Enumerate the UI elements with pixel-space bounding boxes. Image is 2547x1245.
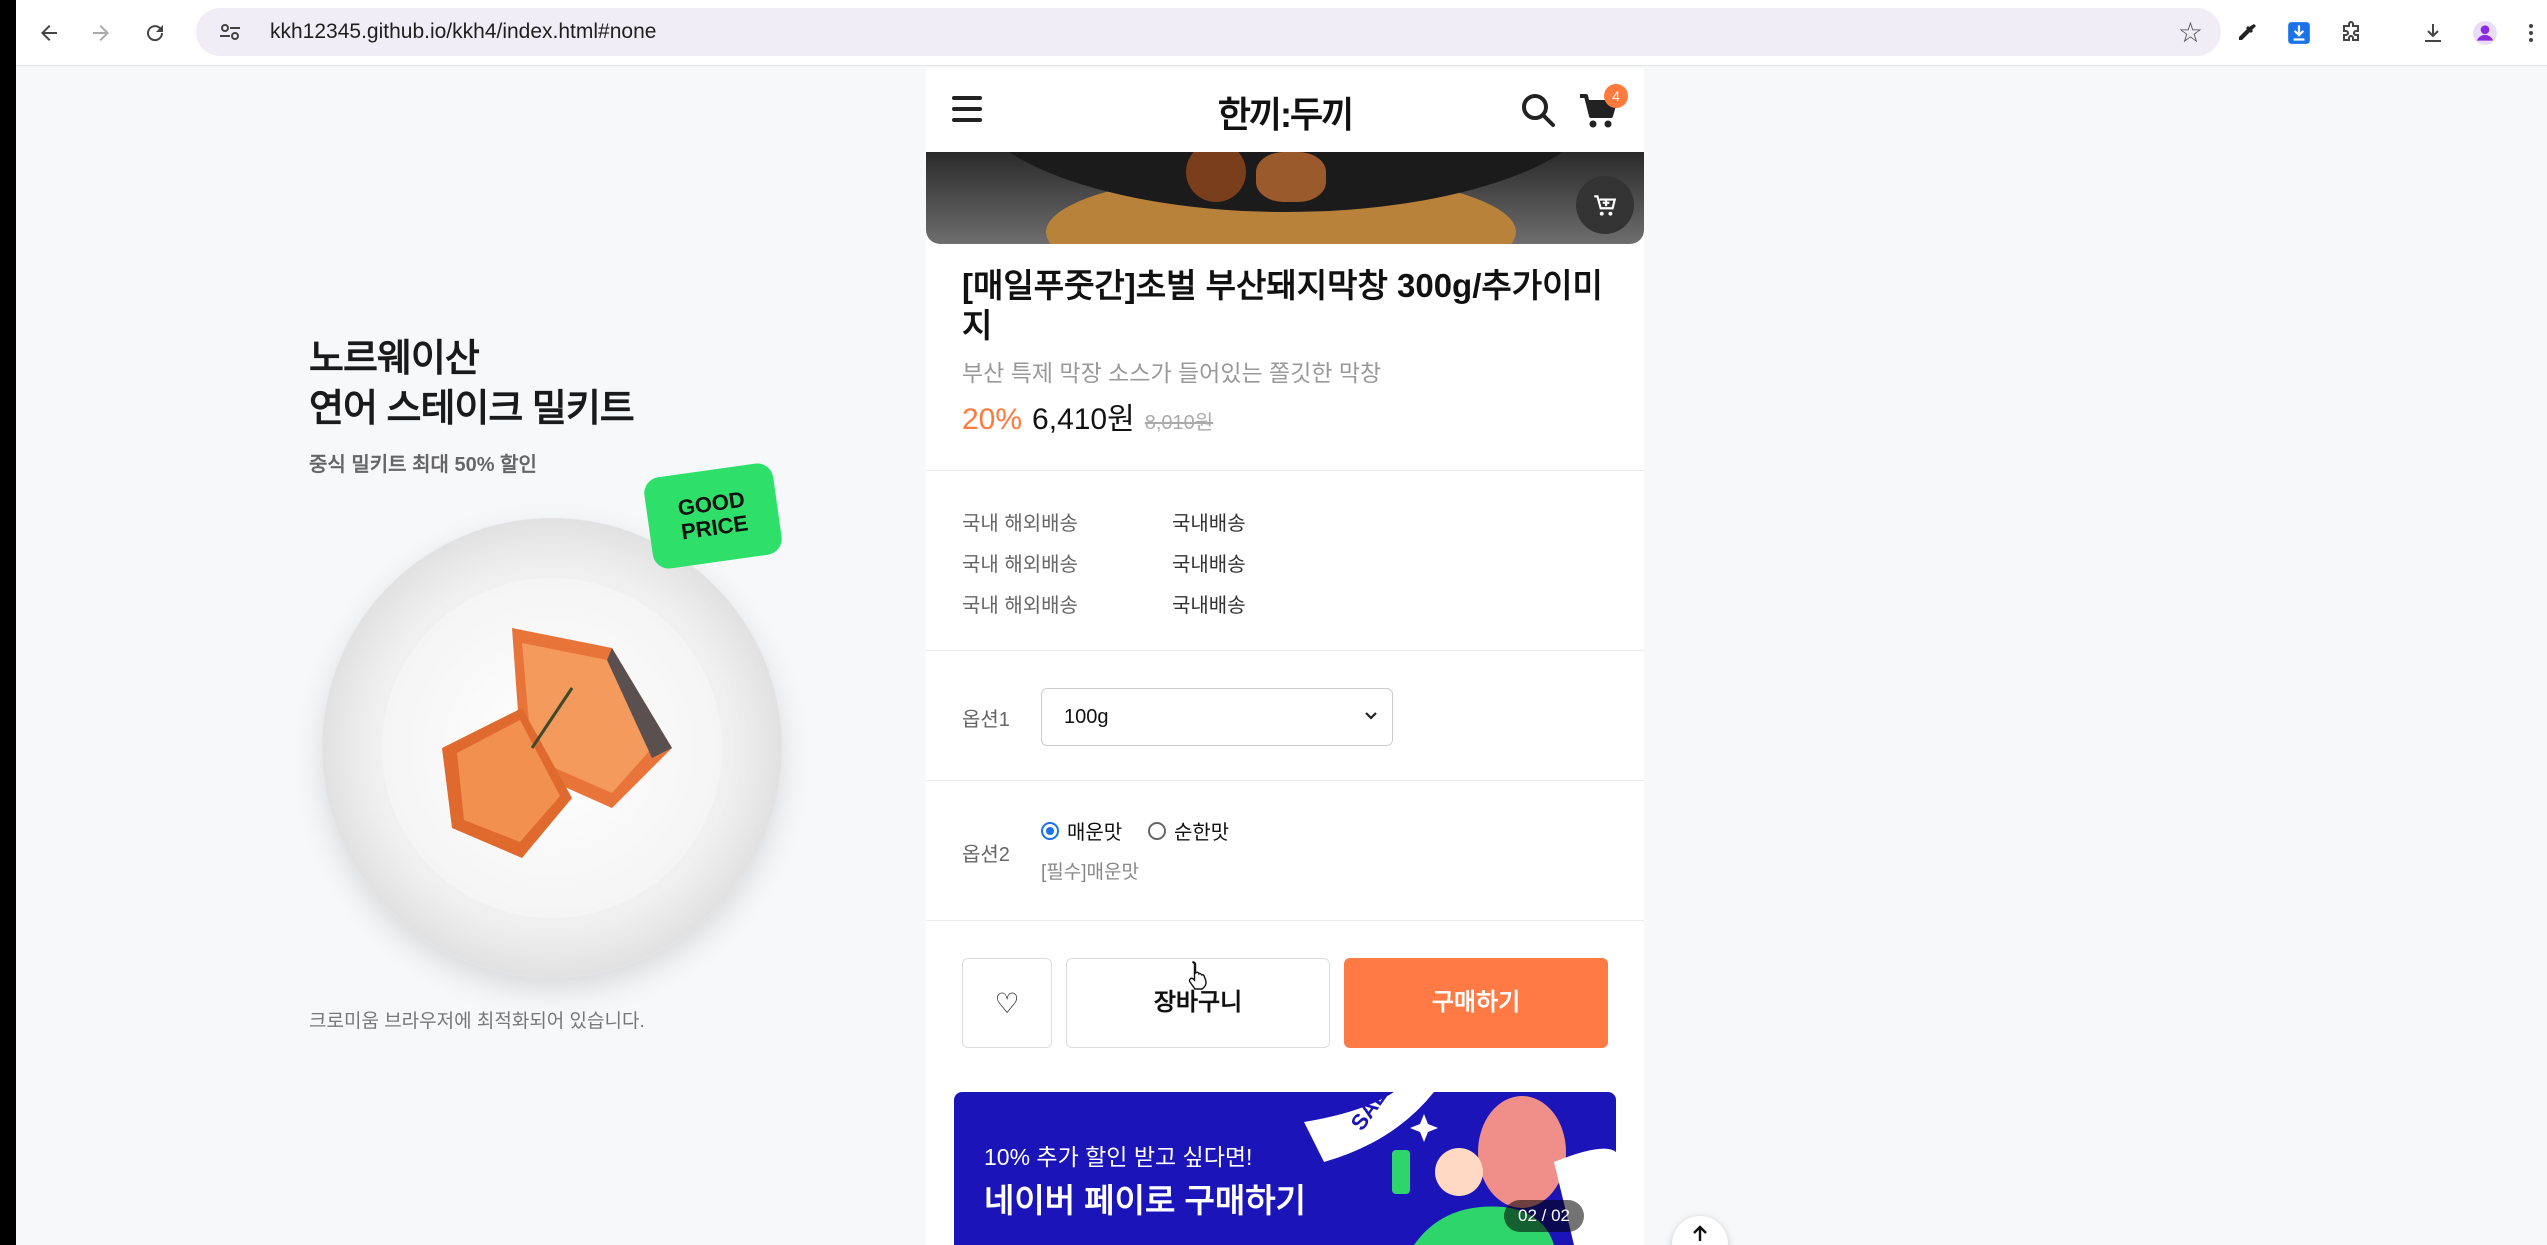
chevron-down-icon — [1364, 689, 1378, 769]
banner-subtitle: 10% 추가 할인 받고 싶다면! — [984, 1144, 1253, 1170]
shipping-label: 국내 해외배송 — [962, 513, 1078, 535]
back-icon[interactable] — [30, 14, 68, 52]
reload-icon[interactable] — [136, 14, 174, 52]
search-icon[interactable] — [1518, 90, 1558, 130]
divider — [926, 920, 1644, 921]
radio-selected-icon[interactable] — [1041, 821, 1059, 840]
radio-mild[interactable]: 순한맛 — [1148, 816, 1229, 845]
product-title: [매일푸줏간]초벌 부산돼지막창 300g/추가이미지 — [962, 267, 1603, 344]
shipping-row: 국내 해외배송 국내배송 — [962, 507, 1246, 536]
shipping-label: 국내 해외배송 — [962, 595, 1078, 617]
site-info-icon[interactable] — [218, 20, 242, 44]
app-header: 한끼:두끼 4 — [926, 68, 1644, 152]
quick-add-cart-button[interactable] — [1576, 176, 1634, 234]
eyedropper-icon[interactable] — [2228, 14, 2266, 52]
download-ext-icon[interactable] — [2280, 14, 2318, 52]
divider — [926, 650, 1644, 651]
radio-spicy-label[interactable]: 매운맛 — [1067, 816, 1122, 845]
url-text[interactable]: kkh12345.github.io/kkh4/index.html#none — [270, 8, 656, 56]
profile-icon[interactable] — [2466, 14, 2504, 52]
screen-edge — [0, 0, 16, 1245]
promo-subtitle: 중식 밀키트 최대 50% 할인 — [309, 454, 537, 476]
promo-title-line2: 연어 스테이크 밀키트 — [309, 388, 635, 430]
salmon-steak-image — [442, 628, 672, 858]
banner-title: 네이버 페이로 구매하기 — [984, 1182, 1306, 1219]
option1-select[interactable]: 100g — [1041, 688, 1393, 746]
option1-label: 옵션1 — [962, 709, 1010, 731]
promo-title: 노르웨이산 연어 스테이크 밀키트 — [309, 334, 635, 434]
buy-now-button[interactable]: 구매하기 — [1344, 958, 1608, 1048]
required-option-note: [필수]매운맛 — [1041, 862, 1139, 883]
divider — [926, 470, 1644, 471]
divider — [926, 780, 1644, 781]
original-price: 8,010원 — [1144, 412, 1214, 434]
good-price-badge: GOOD PRICE — [642, 461, 784, 571]
cart-plus-icon — [1594, 195, 1617, 216]
bookmark-star-icon[interactable]: ☆ — [2178, 16, 2203, 49]
product-price: 20% 6,410원 8,010원 — [962, 394, 1213, 438]
browser-notice: 크로미움 브라우저에 최적화되어 있습니다. — [309, 1011, 645, 1032]
shipping-label: 국내 해외배송 — [962, 554, 1078, 576]
radio-mild-label[interactable]: 순한맛 — [1174, 816, 1229, 845]
downloads-icon[interactable] — [2414, 14, 2452, 52]
shipping-row: 국내 해외배송 국내배송 — [962, 589, 1246, 618]
scroll-to-top-button[interactable] — [1672, 1216, 1728, 1245]
salmon-plate-image — [322, 518, 782, 978]
address-bar[interactable]: kkh12345.github.io/kkh4/index.html#none … — [196, 8, 2221, 56]
radio-unselected-icon[interactable] — [1148, 821, 1166, 840]
product-image[interactable] — [926, 152, 1644, 244]
option2-label: 옵션2 — [962, 844, 1010, 866]
radio-spicy[interactable]: 매운맛 — [1041, 816, 1122, 845]
shipping-value: 국내배송 — [1172, 554, 1246, 576]
mobile-page: 한끼:두끼 4 [매일푸줏간]초벌 부산돼지막창 300g/추가이미지 부산 특… — [926, 68, 1644, 1245]
shipping-row: 국내 해외배송 국내배송 — [962, 548, 1246, 577]
product-description: 부산 특제 막장 소스가 들어있는 쫄깃한 막창 — [962, 360, 1382, 386]
naver-pay-banner[interactable]: 10% 추가 할인 받고 싶다면! 네이버 페이로 구매하기 SALE 02 /… — [954, 1092, 1616, 1245]
shipping-value: 국내배송 — [1172, 595, 1246, 617]
wishlist-button[interactable]: ♡ — [962, 958, 1052, 1048]
banner-slide-counter: 02 / 02 — [1504, 1200, 1584, 1232]
heart-icon: ♡ — [994, 986, 1020, 1020]
extensions-icon[interactable] — [2332, 14, 2370, 52]
cart-count-badge: 4 — [1604, 84, 1628, 108]
forward-icon[interactable] — [82, 14, 120, 52]
discount-rate: 20% — [962, 403, 1023, 436]
arrow-up-icon — [1693, 1225, 1707, 1241]
option1-selected-value: 100g — [1064, 706, 1109, 728]
more-icon[interactable] — [2512, 14, 2547, 52]
sale-price: 6,410원 — [1032, 403, 1135, 436]
browser-toolbar: kkh12345.github.io/kkh4/index.html#none … — [16, 0, 2547, 66]
hand-cursor-icon — [1188, 961, 1207, 990]
promo-title-line1: 노르웨이산 — [309, 338, 480, 380]
shipping-value: 국내배송 — [1172, 513, 1246, 535]
